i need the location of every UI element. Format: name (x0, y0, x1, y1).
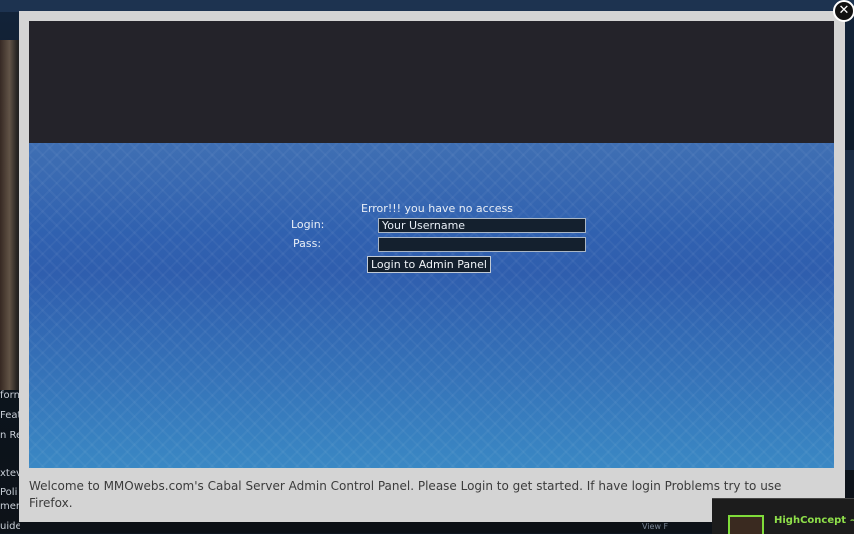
error-message: Error!!! you have no access (361, 202, 513, 215)
password-label: Pass: (293, 237, 322, 250)
background-text: Poli (0, 487, 18, 498)
background-text: men (0, 501, 20, 512)
background-text: xtev (0, 468, 20, 479)
password-input[interactable] (378, 237, 586, 252)
background-text: forn (0, 390, 20, 401)
username-input[interactable] (378, 218, 586, 233)
close-icon[interactable]: ✕ (833, 0, 854, 22)
login-label: Login: (291, 218, 325, 231)
avatar (728, 515, 764, 534)
background-text: Feat (0, 410, 20, 421)
background-text: n Re (0, 430, 20, 441)
lightbox-modal: Error!!! you have no access Login: Pass:… (19, 11, 845, 522)
chat-user-name: HighConcept ~ F (774, 515, 854, 526)
background-pattern (29, 143, 834, 468)
admin-panel-frame: Error!!! you have no access Login: Pass:… (29, 21, 834, 468)
background-view-link: View F (642, 522, 712, 533)
chat-notification[interactable]: HighConcept ~ F (712, 498, 854, 534)
background-bottom-bar (100, 522, 640, 533)
admin-panel-header (29, 21, 834, 143)
background-text: uide (0, 521, 20, 532)
login-area: Error!!! you have no access Login: Pass:… (29, 143, 834, 468)
login-submit-button[interactable]: Login to Admin Panel (367, 256, 491, 273)
lightbox-caption: Welcome to MMOwebs.com's Cabal Server Ad… (29, 479, 782, 510)
